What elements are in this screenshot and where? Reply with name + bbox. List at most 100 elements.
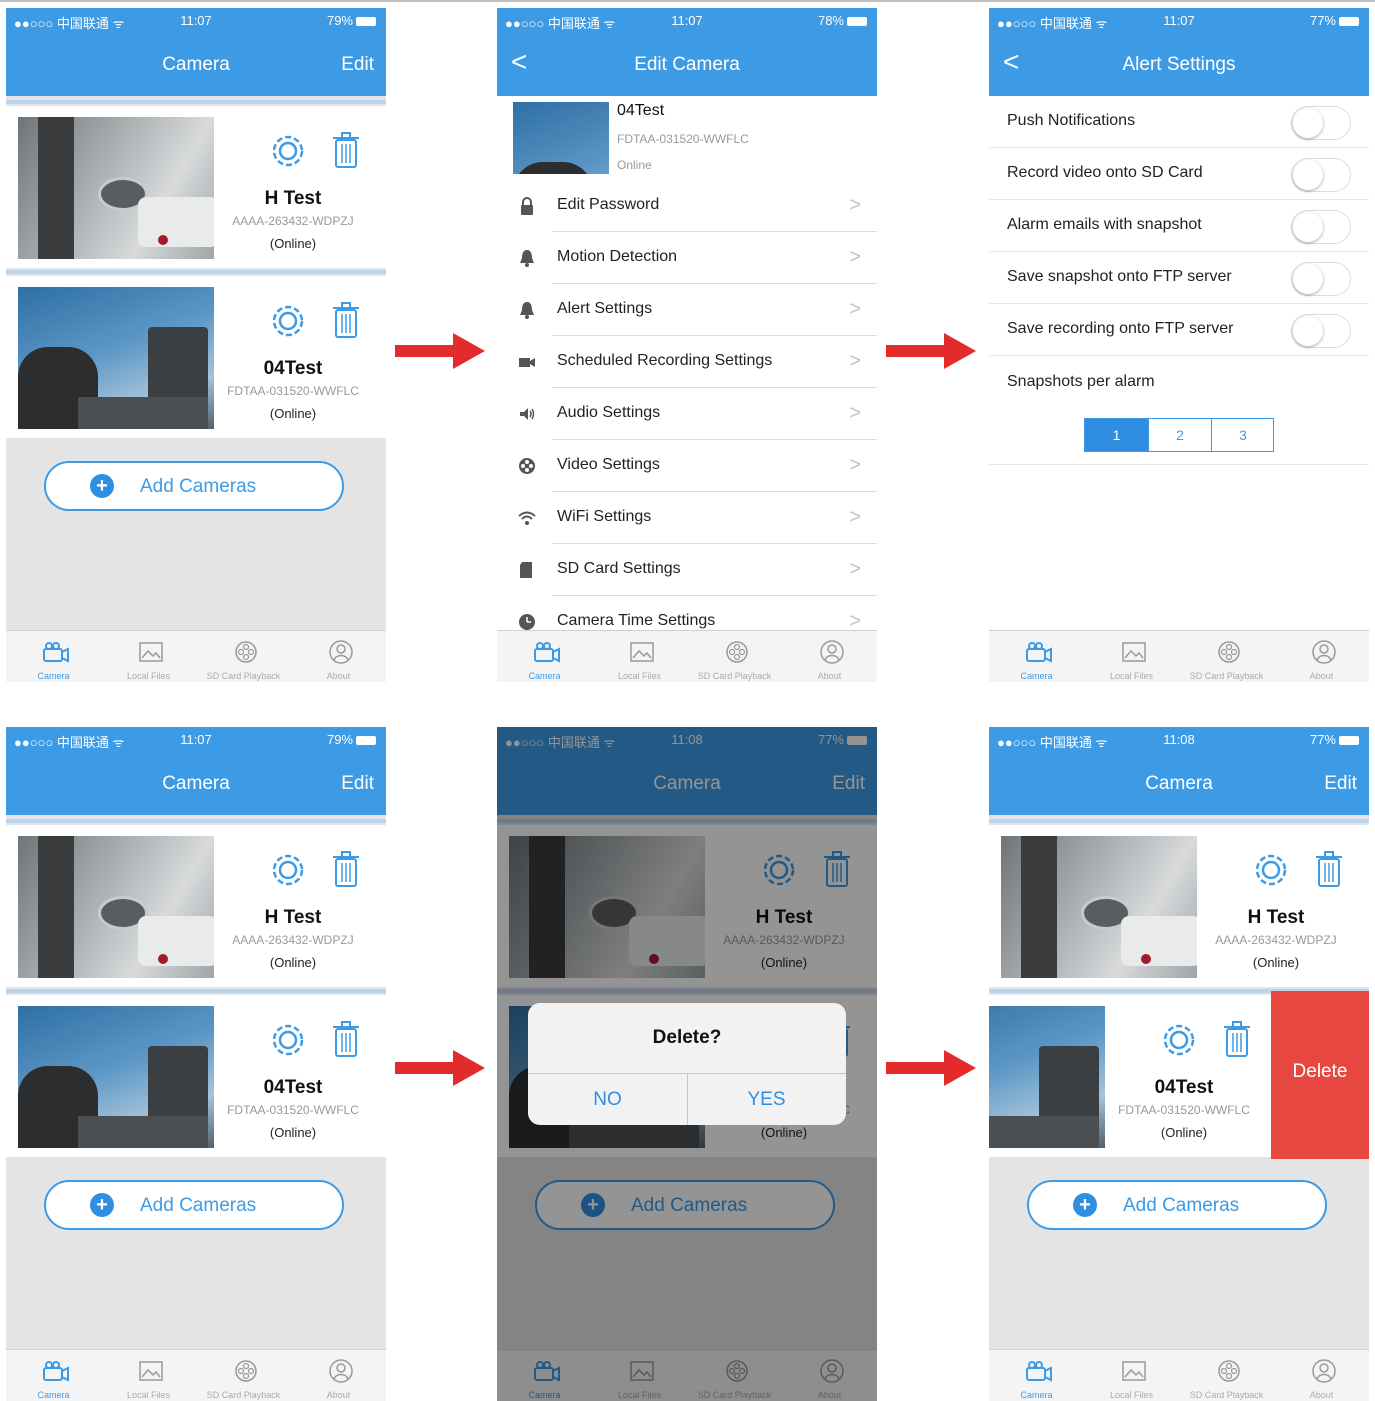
segment-2[interactable]: 2 [1148,419,1211,451]
menu-item-label: Video Settings [557,456,660,473]
tab-label: About [1309,1390,1334,1400]
camera-thumbnail[interactable] [1001,836,1197,978]
edit-button[interactable]: Edit [1324,773,1357,795]
gear-icon[interactable] [1162,1023,1196,1057]
battery-icon [847,17,867,27]
tab-film-reel[interactable]: SD Card Playback [196,631,291,682]
segment-3[interactable]: 3 [1211,419,1274,451]
tab-camera[interactable]: Camera [989,631,1084,682]
menu-item-sd-card-settings[interactable]: SD Card Settings > [497,544,877,596]
segment-1[interactable]: 1 [1085,419,1148,451]
menu-item-alert-settings[interactable]: Alert Settings > [497,284,877,336]
image-icon [1122,1361,1146,1381]
camera-card[interactable]: 04Test FDTAA-031520-WWFLC (Online) [6,276,386,438]
camera-icon [43,1361,69,1382]
plus-icon: + [90,474,114,498]
trash-icon[interactable] [331,850,361,888]
tab-image[interactable]: Local Files [101,631,196,682]
tab-label: About [326,671,351,681]
film-reel-icon [1218,1360,1240,1382]
tab-label: About [817,671,842,681]
toggle-switch[interactable] [1291,210,1351,244]
yes-button[interactable]: YES [687,1089,846,1111]
camera-thumbnail[interactable] [18,1006,214,1148]
camera-card[interactable]: H Test AAAA-263432-WDPZJ (Online) [6,106,386,268]
menu-item-label: WiFi Settings [557,508,652,525]
tab-film-reel[interactable]: SD Card Playback [1179,1350,1274,1401]
tab-camera[interactable]: Camera [6,1350,101,1401]
camera-status: (Online) [269,955,317,970]
battery-level: 77% [1310,13,1359,28]
sdcard-icon [520,562,532,578]
toggle-switch[interactable] [1291,314,1351,348]
nav-bar: Camera Edit [6,751,386,815]
add-cameras-label: Add Cameras [140,1195,257,1216]
tab-image[interactable]: Local Files [101,1350,196,1401]
video-icon [519,358,535,367]
camera-id: AAAA-263432-WDPZJ [232,933,354,947]
edit-button[interactable]: Edit [341,773,374,795]
trash-icon[interactable] [1222,1020,1252,1058]
tab-person[interactable]: About [291,631,386,682]
tab-image[interactable]: Local Files [1084,631,1179,682]
tab-film-reel[interactable]: SD Card Playback [1179,631,1274,682]
bell-icon [520,302,534,319]
camera-status: (Online) [1160,1125,1208,1140]
toggle-knob [1293,212,1323,242]
menu-item-audio-settings[interactable]: Audio Settings > [497,388,877,440]
camera-thumbnail[interactable] [18,287,214,429]
trash-icon[interactable] [1314,850,1344,888]
camera-thumbnail[interactable] [18,117,214,259]
tab-camera[interactable]: Camera [6,631,101,682]
menu-item-wifi-settings[interactable]: WiFi Settings > [497,492,877,544]
tab-image[interactable]: Local Files [592,631,687,682]
tab-person[interactable]: About [1274,1350,1369,1401]
menu-item-motion-detection[interactable]: Motion Detection > [497,232,877,284]
camera-card[interactable]: 04Test FDTAA-031520-WWFLC (Online) [6,995,386,1157]
add-cameras-button[interactable]: + Add Cameras [44,461,344,511]
toggle-switch[interactable] [1291,158,1351,192]
camera-thumbnail[interactable] [513,102,609,174]
gear-icon[interactable] [1254,853,1288,887]
gear-icon[interactable] [271,1023,305,1057]
tab-person[interactable]: About [1274,631,1369,682]
setting-label: Save snapshot onto FTP server [1007,268,1232,285]
trash-icon[interactable] [331,301,361,339]
camera-thumbnail[interactable] [18,836,214,978]
add-cameras-button[interactable]: + Add Cameras [44,1180,344,1230]
tab-label: Camera [528,671,561,681]
gear-icon[interactable] [271,853,305,887]
no-button[interactable]: NO [528,1089,687,1111]
edit-button[interactable]: Edit [341,54,374,76]
toggle-switch[interactable] [1291,262,1351,296]
menu-item-video-settings[interactable]: Video Settings > [497,440,877,492]
menu-item-label: Audio Settings [557,404,661,421]
camera-card[interactable]: H Test AAAA-263432-WDPZJ (Online) [989,825,1369,987]
tab-label: Local Files [1109,1390,1154,1400]
add-cameras-button[interactable]: + Add Cameras [1027,1180,1327,1230]
tab-film-reel[interactable]: SD Card Playback [687,631,782,682]
divider [6,270,386,274]
tab-camera[interactable]: Camera [497,631,592,682]
status-bar: ●●○○○ 中国联通 ᯤ 11:08 77% [989,727,1369,751]
trash-icon[interactable] [331,131,361,169]
camera-icon [534,642,560,663]
tab-person[interactable]: About [782,631,877,682]
wifi-icon [518,511,536,525]
camera-card[interactable]: H Test AAAA-263432-WDPZJ (Online) [6,825,386,987]
add-cameras-label: Add Cameras [140,476,257,497]
trash-icon[interactable] [331,1020,361,1058]
swipe-delete-button[interactable]: Delete [1271,991,1369,1159]
menu-item-scheduled-recording-settings[interactable]: Scheduled Recording Settings > [497,336,877,388]
gear-icon[interactable] [271,304,305,338]
menu-item-edit-password[interactable]: Edit Password > [497,180,877,232]
toggle-switch[interactable] [1291,106,1351,140]
page-title: Camera [1145,773,1213,794]
tab-image[interactable]: Local Files [1084,1350,1179,1401]
person-icon [1312,1359,1336,1383]
chevron-right-icon: > [849,246,861,268]
tab-camera[interactable]: Camera [989,1350,1084,1401]
gear-icon[interactable] [271,134,305,168]
tab-person[interactable]: About [291,1350,386,1401]
tab-film-reel[interactable]: SD Card Playback [196,1350,291,1401]
